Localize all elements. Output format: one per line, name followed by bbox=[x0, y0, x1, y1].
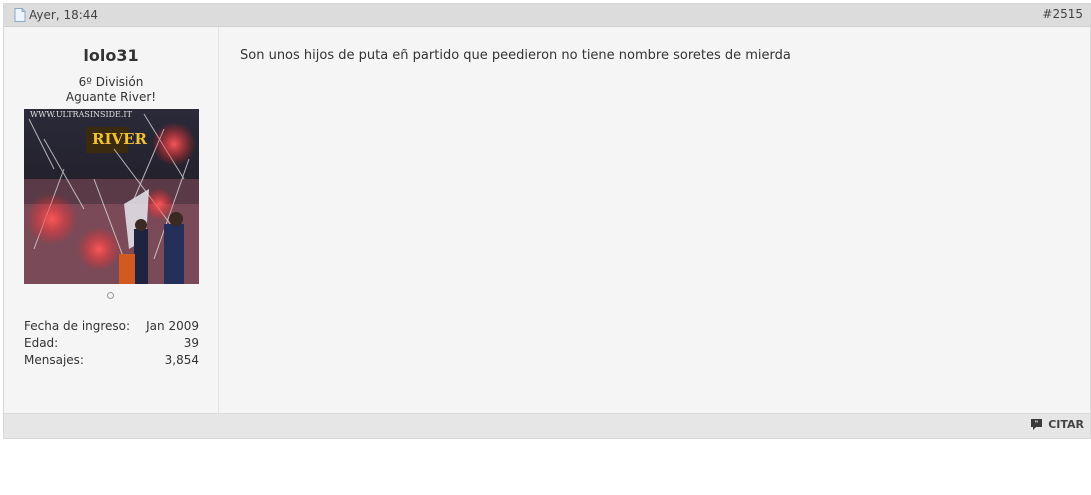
offline-status-icon bbox=[107, 292, 114, 299]
avatar[interactable]: WWW.ULTRASINSIDE.IT RIVER bbox=[24, 109, 199, 284]
user-custom-title: Aguante River! bbox=[65, 90, 157, 104]
user-title: 6º División Aguante River! bbox=[4, 75, 218, 105]
post-footer: " CITAR bbox=[4, 413, 1090, 438]
quote-button-label: CITAR bbox=[1048, 418, 1084, 431]
post-header: Ayer, 18:44 #2515 bbox=[4, 4, 1090, 27]
user-stats: Fecha de ingreso: Jan 2009 Edad: 39 Mens… bbox=[24, 318, 199, 369]
svg-text:": " bbox=[1035, 420, 1039, 428]
user-info-panel: lolo31 6º División Aguante River! WWW.UL… bbox=[4, 27, 219, 414]
post-number-link[interactable]: #2515 bbox=[1042, 7, 1083, 21]
quote-bubble-icon: " bbox=[1031, 419, 1043, 430]
post-date-text: Ayer, 18:44 bbox=[29, 8, 99, 22]
stat-label: Mensajes: bbox=[24, 353, 84, 367]
username-link[interactable]: lolo31 bbox=[4, 46, 218, 65]
stat-age: Edad: 39 bbox=[24, 335, 199, 352]
quote-button[interactable]: " CITAR bbox=[1030, 418, 1084, 431]
avatar-banner-text: RIVER bbox=[92, 130, 148, 148]
stat-posts: Mensajes: 3,854 bbox=[24, 352, 199, 369]
stat-label: Fecha de ingreso: bbox=[24, 319, 131, 333]
stat-value: 3,854 bbox=[164, 353, 199, 367]
stat-value: 39 bbox=[183, 336, 199, 350]
avatar-watermark: WWW.ULTRASINSIDE.IT bbox=[30, 110, 132, 119]
stat-label: Edad: bbox=[24, 336, 59, 350]
stat-join-date: Fecha de ingreso: Jan 2009 bbox=[24, 318, 199, 335]
post-date: Ayer, 18:44 bbox=[14, 8, 98, 22]
post-message: Son unos hijos de puta eñ partido que pe… bbox=[240, 48, 791, 63]
user-rank: 6º División bbox=[78, 75, 144, 89]
forum-post: Ayer, 18:44 #2515 lolo31 6º División Agu… bbox=[3, 3, 1091, 439]
document-icon bbox=[14, 8, 26, 22]
stat-value: Jan 2009 bbox=[146, 319, 199, 333]
